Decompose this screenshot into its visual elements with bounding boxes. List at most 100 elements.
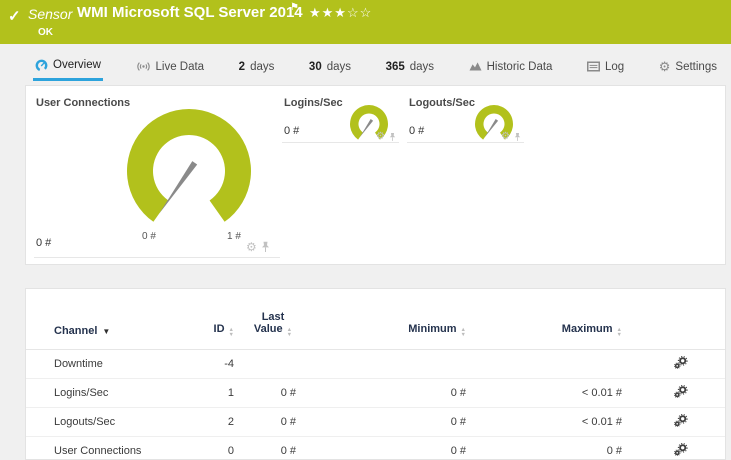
page-title: WMI Microsoft SQL Server 2014 [77,4,303,21]
channel-last-value: 0 # [236,378,298,408]
table-row: Downtime -4 [26,349,725,379]
tab-label: Log [605,60,625,73]
channel-maximum: < 0.01 # [468,378,624,408]
gear-icon: ⚙ [658,58,671,74]
tab-live-data[interactable]: Live Data [134,52,207,81]
column-header-last-value[interactable]: Last Value ▲ ▼ [236,289,298,350]
tab-settings[interactable]: ⚙ Settings [657,52,719,81]
gauge-needle [484,119,499,138]
channel-settings-icon[interactable] [673,413,688,428]
gauge-scale-min: 0 # [142,231,156,242]
status-check-icon: ✓ [8,8,21,25]
gauge-icon [35,59,48,71]
gauge-current-value: 0 # [284,125,300,137]
channel-id: -4 [206,349,236,379]
channel-name: Logins/Sec [26,378,206,408]
gear-icon[interactable]: ⚙ [501,131,510,143]
table-row: Logouts/Sec 2 0 # 0 # < 0.01 # [26,407,725,437]
column-header-id[interactable]: ID ▲ ▼ [206,289,236,350]
channel-table-panel: Channel ▼ ID ▲ ▼ Last Value ▲ ▼ Minimum ▲ ▼ Max… [25,288,726,460]
gear-icon[interactable]: ⚙ [246,241,257,253]
channel-maximum: < 0.01 # [468,407,624,437]
gauge-title: Logins/Sec [284,97,343,109]
column-header-maximum[interactable]: Maximum ▲ ▼ [468,289,624,350]
tab-historic-data[interactable]: Historic Data [467,52,555,81]
tab-strip: Overview Live Data 2 days 30 days 365 da… [33,52,719,81]
tab-2-days[interactable]: 2 days [237,52,277,81]
tab-number: 30 [308,60,322,73]
tab-label: Overview [53,59,101,71]
flag-icon[interactable]: ⚑ [290,2,299,13]
channel-minimum [298,349,468,379]
channel-name: Downtime [26,349,206,379]
tab-overview[interactable]: Overview [33,52,103,81]
tab-label: days [326,60,352,73]
tab-365-days[interactable]: 365 days [384,52,436,81]
sensor-overview-page: ✓ Sensor WMI Microsoft SQL Server 2014 ⚑… [0,0,731,460]
channel-minimum: 0 # [298,378,468,408]
gauge-scale-max: 1 # [227,231,241,242]
channel-minimum: 0 # [298,407,468,437]
sort-icon: ▲ ▼ [460,327,466,338]
gauge-controls: ⚙ [376,131,396,143]
channel-id: 1 [206,378,236,408]
sensor-header: ✓ Sensor WMI Microsoft SQL Server 2014 ⚑… [0,0,731,44]
sort-desc-icon: ▼ [102,327,111,336]
gauge-logins-sec: Logins/Sec 0 # ⚙ [282,91,399,143]
channel-last-value: 0 # [236,436,298,460]
sort-icon: ▲ ▼ [286,327,293,338]
table-row: Logins/Sec 1 0 # 0 # < 0.01 # [26,378,725,408]
tab-number: 2 [238,60,246,73]
gauge-logouts-sec: Logouts/Sec 0 # ⚙ [407,91,524,143]
channel-last-value: 0 # [236,407,298,437]
tab-label: Settings [675,60,717,73]
tab-label: Historic Data [486,60,553,73]
priority-stars[interactable]: ★★★☆☆ [309,5,372,21]
column-header-minimum[interactable]: Minimum ▲ ▼ [298,289,468,350]
channel-name: Logouts/Sec [26,407,206,437]
stars-empty: ☆☆ [346,5,373,20]
overview-gauges-panel: User Connections 0 # 1 # 0 # ⚙ Logins/Se… [25,85,726,265]
tab-label: days [250,60,275,73]
channel-maximum [468,349,624,379]
table-row: User Connections 0 0 # 0 # 0 # [26,436,725,460]
live-data-icon [136,62,150,71]
stars-filled: ★★★ [309,5,347,20]
user-connections-gauge [127,109,251,222]
log-icon [587,61,601,72]
gauge-needle [159,161,198,214]
gauge-current-value: 0 # [409,125,425,137]
gauge-needle [359,119,374,138]
pin-icon[interactable] [514,132,521,142]
channel-minimum: 0 # [298,436,468,460]
gauge-user-connections: User Connections 0 # 1 # 0 # ⚙ [34,91,280,258]
sort-icon: ▲ ▼ [228,327,234,338]
channel-table: Channel ▼ ID ▲ ▼ Last Value ▲ ▼ Minimum ▲ ▼ Max… [26,289,725,460]
channel-settings-icon[interactable] [673,442,688,457]
table-header-row: Channel ▼ ID ▲ ▼ Last Value ▲ ▼ Minimum ▲ ▼ Max… [26,289,725,350]
gear-icon[interactable]: ⚙ [376,131,385,143]
pin-icon[interactable] [389,132,396,142]
channel-name: User Connections [26,436,206,460]
column-header-actions [624,289,725,350]
pin-icon[interactable] [261,241,270,253]
tab-label: Live Data [155,60,205,73]
object-kind-label: Sensor [28,6,73,22]
channel-settings-icon[interactable] [673,384,688,399]
gauge-controls: ⚙ [246,241,270,253]
channel-maximum: 0 # [468,436,624,460]
column-header-channel[interactable]: Channel ▼ [26,289,206,350]
tab-30-days[interactable]: 30 days [307,52,353,81]
gauge-current-value: 0 # [36,237,52,249]
gauge-controls: ⚙ [501,131,521,143]
channel-id: 2 [206,407,236,437]
channel-last-value [236,349,298,379]
tab-log[interactable]: Log [585,52,626,81]
channel-settings-icon[interactable] [673,355,688,370]
tab-number: 365 [385,60,405,73]
chart-icon [469,62,482,71]
status-badge: OK [38,27,53,38]
channel-id: 0 [206,436,236,460]
sort-icon: ▲ ▼ [616,327,622,338]
tab-label: days [409,60,435,73]
